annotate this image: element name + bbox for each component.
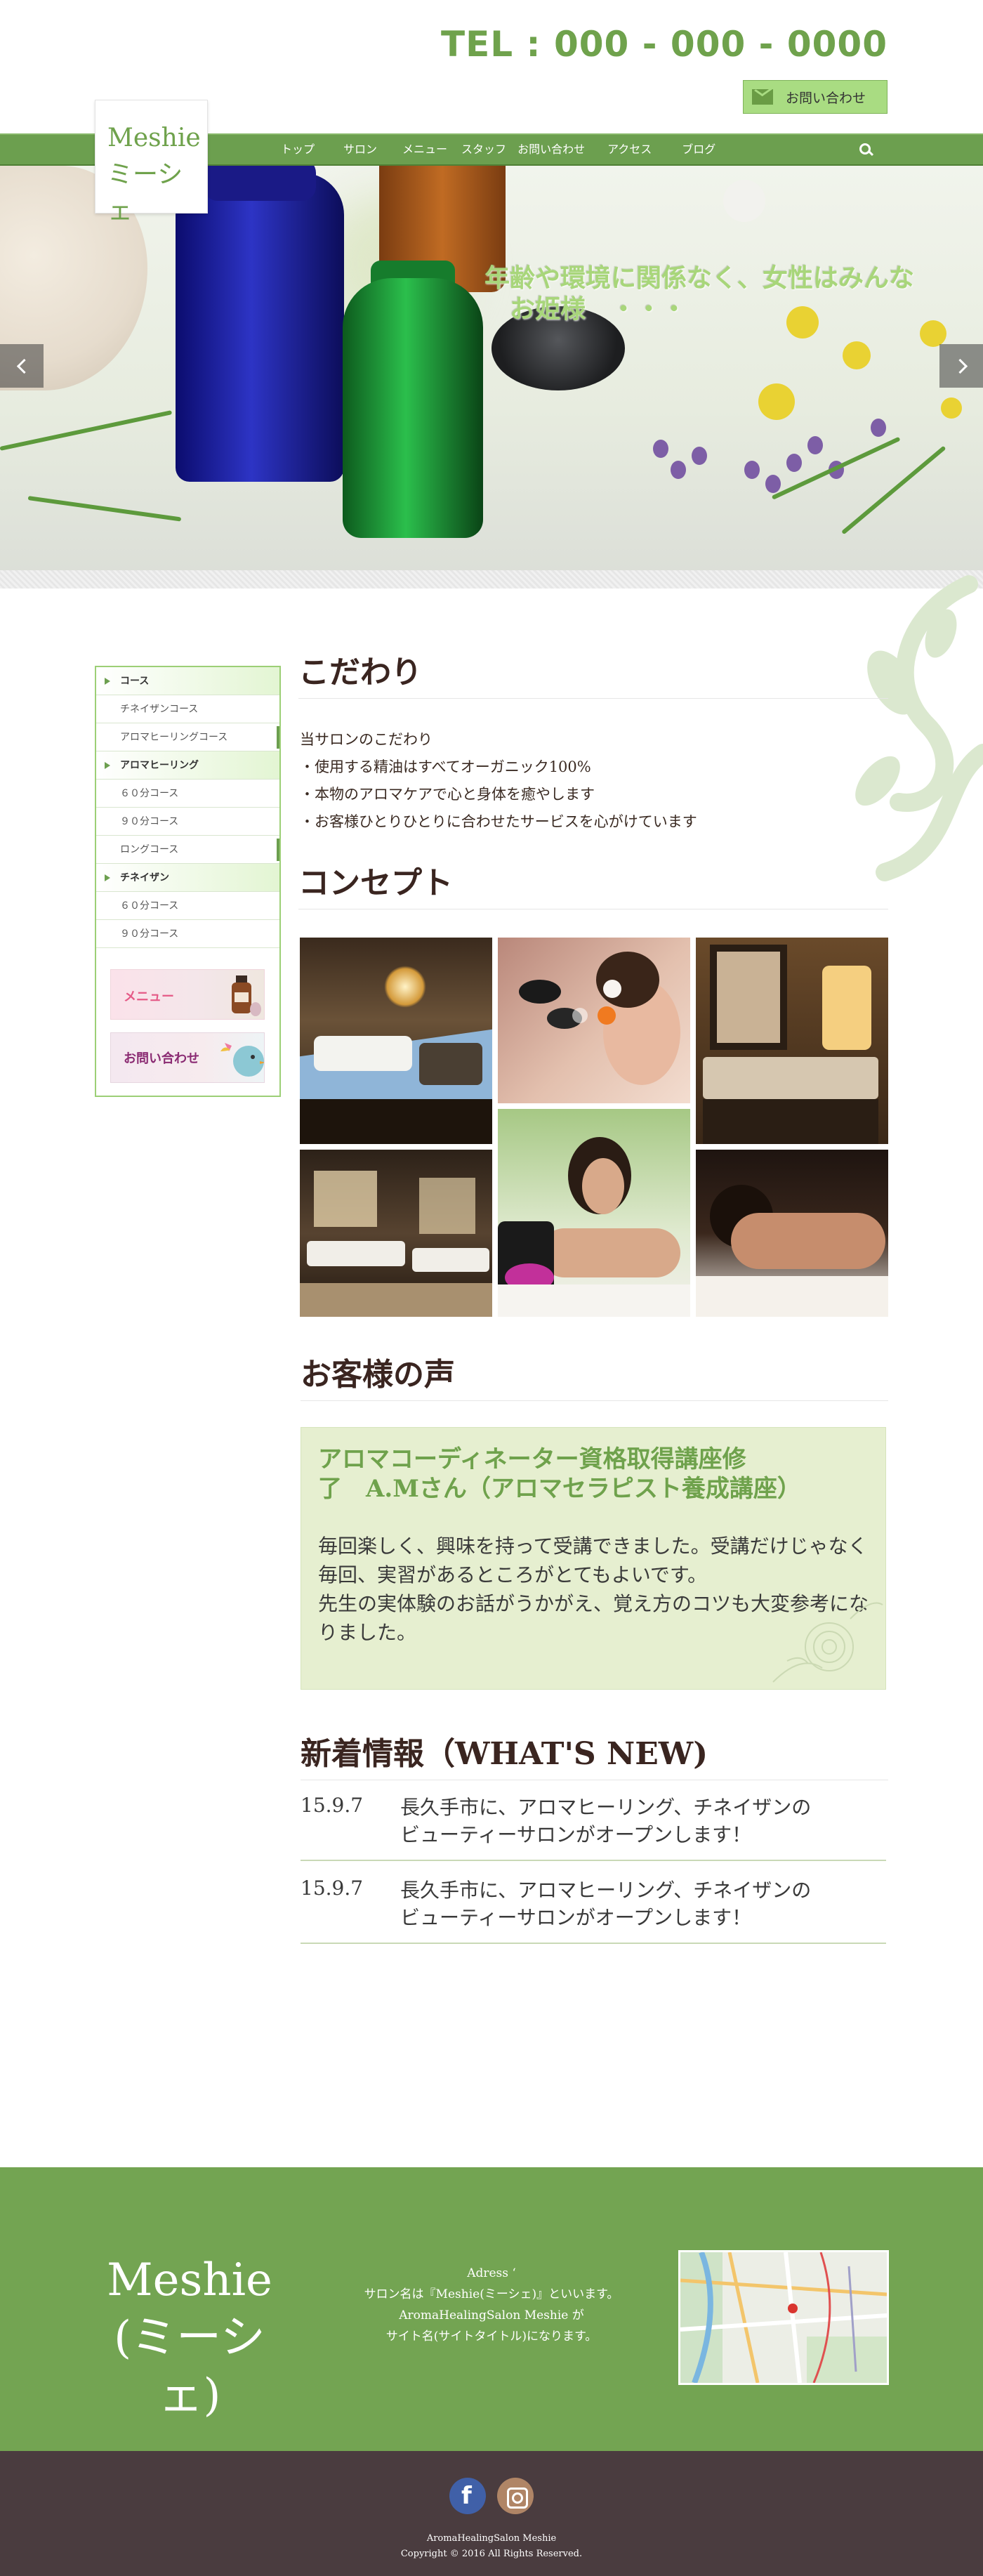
nav-item-access[interactable]: アクセス: [607, 135, 652, 164]
hero-flower: [723, 180, 765, 222]
concept-title: コンセプト: [298, 864, 888, 909]
nav-item-staff[interactable]: スタッフ: [461, 135, 506, 164]
gallery-image-lounge[interactable]: [300, 938, 492, 1144]
voice-title: お客様の声: [301, 1355, 888, 1401]
hero-lavender: [692, 447, 707, 465]
footer-site-name: AromaHealingSalon Meshie: [426, 2533, 557, 2544]
concept-gallery: [300, 938, 888, 1317]
nav-item-blog[interactable]: ブログ: [682, 135, 715, 164]
logo-text-jp: ミーシェ: [107, 160, 183, 225]
news-date: 15.9.7: [301, 1877, 364, 1900]
footer-text-line: サイト名(サイトタイトル)になります。: [385, 2329, 598, 2344]
kodawari-title: こだわり: [298, 653, 888, 699]
hero-leaf: [0, 410, 173, 451]
menu-banner[interactable]: メニュー: [110, 969, 265, 1020]
logo-text-en: Meshie: [107, 124, 201, 152]
news-link[interactable]: 長久手市に、アロマヒーリング、チネイザンの ビューティーサロンがオープンします！: [400, 1794, 850, 1848]
menu-banner-label: メニュー: [124, 990, 174, 1004]
kodawari-line: ・使用する精油はすべてオーガニック100%: [300, 758, 591, 775]
sidebar-item-chineizan[interactable]: チネイザン: [96, 864, 279, 892]
sidebar-item-chineizan-90[interactable]: ９０分コース: [96, 920, 279, 948]
footer-text-line: AromaHealingSalon Meshie が: [399, 2308, 584, 2322]
kodawari-line: ・お客様ひとりひとりに合わせたサービスを心がけています: [300, 813, 697, 830]
testimonial-box: アロマコーディネーター資格取得講座修 了 A.Mさん（アロマセラピスト養成講座）…: [301, 1427, 886, 1690]
hero-lavender: [807, 436, 823, 454]
rose-illustration: [772, 1602, 883, 1683]
hero-flower: [758, 383, 795, 420]
gallery-image-massage[interactable]: [696, 1150, 888, 1317]
sidebar-item-chineizan-60[interactable]: ６０分コース: [96, 892, 279, 920]
copyright: AromaHealingSalon Meshie Copyright © 201…: [0, 2531, 983, 2562]
footer-address: Adress ‘ サロン名は『Meshie(ミーシェ)』といいます。 Aroma…: [362, 2263, 621, 2347]
hero-flower: [843, 341, 871, 369]
hero-lavender: [765, 475, 781, 493]
gallery-image-spa-room[interactable]: [696, 938, 888, 1144]
news-item: 15.9.7 長久手市に、アロマヒーリング、チネイザンの ビューティーサロンがオ…: [301, 1778, 886, 1861]
sidebar-item-aroma-60[interactable]: ６０分コース: [96, 780, 279, 808]
aroma-bottle-icon: [232, 975, 261, 1016]
kodawari-line: 当サロンのこだわり: [300, 731, 433, 748]
slider-next-button[interactable]: [939, 344, 983, 388]
facebook-icon[interactable]: f: [449, 2478, 486, 2514]
kodawari-line: ・本物のアロマケアで心と身体を癒やします: [300, 786, 595, 803]
contact-banner-label: お問い合わせ: [124, 1051, 199, 1066]
hero-bottle-green: [343, 278, 483, 538]
sidebar-item-aroma-90[interactable]: ９０分コース: [96, 808, 279, 836]
sidebar: コース チネイザンコース アロマヒーリングコース アロマヒーリング ６０分コース…: [95, 666, 281, 1097]
hero-bottle-blue-cap: [204, 166, 316, 201]
footer-text-line: サロン名は『Meshie(ミーシェ)』といいます。: [364, 2287, 619, 2301]
hero-lavender: [786, 454, 802, 472]
footer-logo-en: Meshie: [107, 2254, 272, 2306]
news-item: 15.9.7 長久手市に、アロマヒーリング、チネイザンの ビューティーサロンがオ…: [301, 1861, 886, 1944]
gallery-image-treatment-room[interactable]: [300, 1150, 492, 1317]
gallery-image-hot-stone[interactable]: [498, 938, 690, 1103]
testimonial-heading: アロマコーディネーター資格取得講座修 了 A.Mさん（アロマセラピスト養成講座）: [318, 1445, 801, 1503]
copyright-text: Copyright © 2016 All Rights Reserved.: [400, 2549, 583, 2559]
nav-item-menu[interactable]: メニュー: [402, 135, 447, 164]
slider-prev-button[interactable]: [0, 344, 44, 388]
nav-item-top[interactable]: トップ: [281, 135, 315, 164]
news-list: 15.9.7 長久手市に、アロマヒーリング、チネイザンの ビューティーサロンがオ…: [301, 1778, 886, 1944]
footer-map[interactable]: [678, 2250, 889, 2385]
phone-number: TEL : 000 - 000 - 0000: [441, 24, 888, 65]
hero-lavender: [653, 440, 668, 458]
search-icon[interactable]: [859, 143, 871, 155]
site-footer: Meshie (ミーシェ) Adress ‘ サロン名は『Meshie(ミーシェ…: [0, 2167, 983, 2451]
mail-icon: [752, 89, 773, 105]
hero-lavender: [744, 461, 760, 479]
news-title: 新着情報（WHAT'S NEW): [301, 1735, 888, 1780]
sidebar-item-aroma-course[interactable]: アロマヒーリングコース: [96, 723, 279, 751]
footer-bottom: f AromaHealingSalon Meshie Copyright © 2…: [0, 2451, 983, 2576]
map-image: [680, 2252, 887, 2383]
bird-icon: [220, 1043, 264, 1077]
footer-logo-jp: (ミーシェ): [114, 2312, 265, 2421]
contact-banner[interactable]: お問い合わせ: [110, 1032, 265, 1083]
gallery-image-woman-flower[interactable]: [498, 1109, 690, 1317]
contact-button[interactable]: お問い合わせ: [743, 80, 888, 114]
hero-flower: [941, 397, 962, 419]
contact-button-label: お問い合わせ: [786, 90, 866, 106]
sidebar-item-aroma-healing[interactable]: アロマヒーリング: [96, 751, 279, 780]
footer-logo[interactable]: Meshie (ミーシェ): [84, 2252, 295, 2424]
hero-caption: 年齢や環境に関係なく、女性はみんな お姫様 ・・・: [484, 263, 915, 324]
sidebar-item-chineizan-course[interactable]: チネイザンコース: [96, 695, 279, 723]
hero-lavender: [671, 461, 686, 479]
news-link[interactable]: 長久手市に、アロマヒーリング、チネイザンの ビューティーサロンがオープンします！: [400, 1877, 850, 1931]
site-logo[interactable]: Meshie ミーシェ: [95, 100, 208, 225]
hero-lavender: [871, 419, 886, 437]
instagram-icon[interactable]: [497, 2478, 534, 2514]
news-date: 15.9.7: [301, 1794, 364, 1817]
sidebar-item-course[interactable]: コース: [96, 667, 279, 695]
kodawari-text: 当サロンのこだわり ・使用する精油はすべてオーガニック100% ・本物のアロマケ…: [300, 726, 876, 836]
footer-address-label: Adress ‘: [467, 2266, 516, 2280]
hero-leaf: [27, 496, 182, 522]
nav-item-contact[interactable]: お問い合わせ: [517, 135, 585, 164]
nav-item-salon[interactable]: サロン: [343, 135, 377, 164]
sidebar-item-long-course[interactable]: ロングコース: [96, 836, 279, 864]
